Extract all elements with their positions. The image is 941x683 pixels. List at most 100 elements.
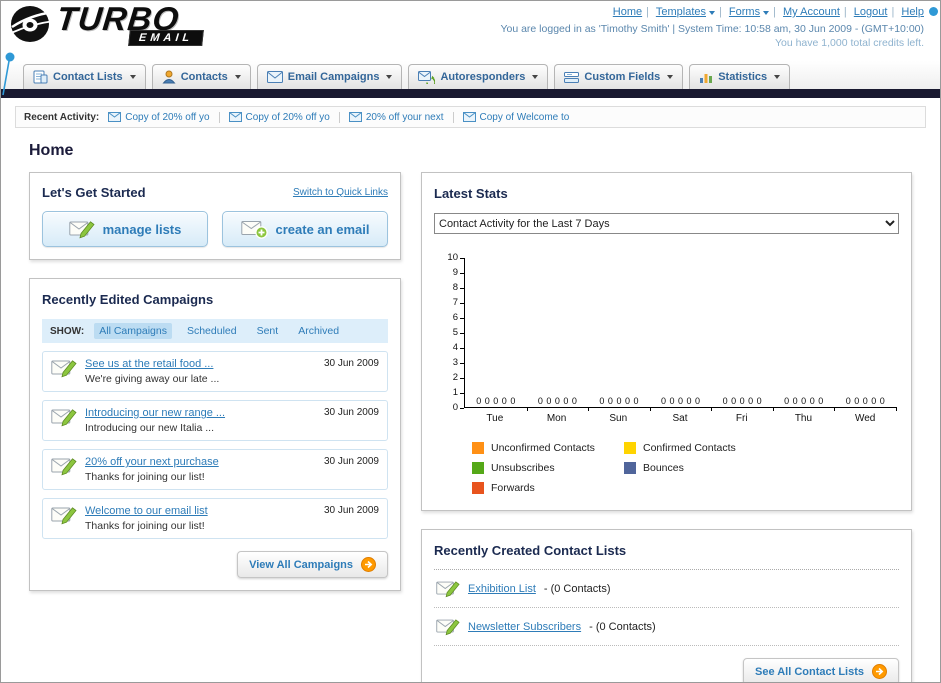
recent-activity-item[interactable]: Copy of 20% off yo [108, 111, 220, 123]
bar-value-label: 0 [537, 396, 543, 406]
edit-campaign-icon [51, 407, 77, 427]
bar-value-label: 0 [624, 396, 630, 406]
contact-lists-icon [33, 70, 48, 84]
campaign-title-link[interactable]: Introducing our new range ... [85, 407, 225, 419]
nav-separator: | [773, 6, 776, 18]
y-axis-label: 8 [453, 283, 464, 293]
tab-sent[interactable]: Sent [252, 323, 284, 339]
chart-legend: Unconfirmed Contacts Confirmed Contacts Un… [472, 442, 899, 494]
switch-quick-links-link[interactable]: Switch to Quick Links [293, 187, 388, 198]
nav-forms-link[interactable]: Forms [729, 6, 770, 18]
latest-stats-panel: Latest Stats Contact Activity for the La… [421, 172, 912, 511]
header-right: Home | Templates | Forms | My Account | Logo… [500, 6, 924, 49]
nav-separator: | [646, 6, 649, 18]
legend-item: Confirmed Contacts [624, 442, 776, 454]
contact-list-link[interactable]: Exhibition List [468, 583, 536, 595]
right-column: Latest Stats Contact Activity for the La… [421, 172, 912, 682]
campaign-title-link[interactable]: See us at the retail food ... [85, 358, 219, 370]
bar-value-label: 0 [546, 396, 552, 406]
app-window: TURBO EMAIL Home | Templates | Forms | My A… [0, 0, 941, 683]
tab-autoresponders[interactable]: Autoresponders [408, 64, 549, 89]
contact-list-item[interactable]: Exhibition List - (0 Contacts) [434, 570, 899, 608]
autoresponders-icon [418, 70, 436, 84]
legend-label: Unsubscribes [491, 462, 555, 474]
recent-activity-item[interactable]: Copy of Welcome to [462, 112, 579, 123]
chevron-down-icon [709, 11, 715, 15]
contact-list-count: - (0 Contacts) [589, 620, 656, 633]
tab-custom-fields[interactable]: Custom Fields [554, 64, 684, 89]
campaign-row[interactable]: Welcome to our email list Thanks for joi… [42, 498, 388, 539]
contact-list-item[interactable]: Newsletter Subscribers - (0 Contacts) [434, 608, 899, 646]
bar-value-label: 0 [501, 396, 507, 406]
bar-value-label: 0 [660, 396, 666, 406]
get-started-panel: Let's Get Started Switch to Quick Links … [29, 172, 401, 260]
y-axis-label: 3 [453, 358, 464, 368]
nav-templates-link[interactable]: Templates [656, 6, 715, 18]
chevron-down-icon [532, 75, 539, 79]
bar-value-label: 0 [879, 396, 885, 406]
tab-contact-lists[interactable]: Contact Lists [23, 64, 146, 89]
view-all-campaigns-button[interactable]: View All Campaigns [237, 551, 388, 578]
stats-filter-select[interactable]: Contact Activity for the Last 7 Days [434, 213, 899, 234]
bar-value-label: 0 [801, 396, 807, 406]
tab-all-campaigns[interactable]: All Campaigns [94, 323, 172, 339]
x-axis-label: Sun [609, 413, 628, 424]
nav-separator: | [719, 6, 722, 18]
envelope-icon [462, 112, 476, 122]
y-axis-label: 10 [447, 253, 464, 263]
campaign-subtitle: Thanks for joining our list! [85, 520, 205, 532]
tab-label: Contact Lists [53, 71, 123, 83]
recent-activity-link[interactable]: Copy of 20% off yo [246, 112, 330, 123]
tab-email-campaigns[interactable]: Email Campaigns [256, 64, 403, 89]
campaign-title-link[interactable]: 20% off your next purchase [85, 456, 219, 468]
get-started-title: Let's Get Started [42, 185, 146, 200]
nav-logout-link[interactable]: Logout [854, 6, 888, 18]
campaign-date: 30 Jun 2009 [323, 456, 379, 467]
recent-activity-link[interactable]: Copy of 20% off yo [125, 112, 209, 123]
contact-list-link[interactable]: Newsletter Subscribers [468, 621, 581, 633]
recent-activity-link[interactable]: Copy of Welcome to [480, 112, 570, 123]
see-all-contact-lists-button[interactable]: See All Contact Lists [742, 658, 899, 682]
bar-value-label: 0 [845, 396, 851, 406]
nav-home-link[interactable]: Home [613, 6, 642, 18]
campaign-row[interactable]: See us at the retail food ... We're givi… [42, 351, 388, 392]
campaign-row[interactable]: Introducing our new range ... Introducin… [42, 400, 388, 441]
login-info: You are logged in as 'Timothy Smith' | S… [500, 23, 924, 35]
recent-activity-link[interactable]: 20% off your next [366, 112, 444, 123]
edit-campaign-icon [51, 505, 77, 525]
turbo-email-logo[interactable]: TURBO EMAIL [9, 1, 205, 47]
campaign-row[interactable]: 20% off your next purchase Thanks for jo… [42, 449, 388, 490]
recent-activity-item[interactable]: Copy of 20% off yo [228, 111, 340, 123]
legend-swatch [472, 442, 484, 454]
bar-value-label: 0 [784, 396, 790, 406]
left-column: Let's Get Started Switch to Quick Links … [29, 172, 401, 591]
create-email-button[interactable]: create an email [222, 211, 388, 247]
bar-value-label: 0 [695, 396, 701, 406]
nav-help-link[interactable]: Help [901, 6, 924, 18]
bar-value-label: 0 [678, 396, 684, 406]
campaign-date: 30 Jun 2009 [323, 358, 379, 369]
campaign-title-link[interactable]: Welcome to our email list [85, 505, 208, 517]
decor-corner-dot [929, 7, 938, 16]
bar-value-label: 0 [862, 396, 868, 406]
tab-scheduled[interactable]: Scheduled [182, 323, 242, 339]
manage-lists-button[interactable]: manage lists [42, 211, 208, 247]
recent-activity-item[interactable]: 20% off your next [348, 111, 454, 123]
nav-my-account-link[interactable]: My Account [783, 6, 840, 18]
campaign-subtitle: Thanks for joining our list! [85, 471, 205, 483]
campaigns-filter-tabs: SHOW: All Campaigns Scheduled Sent Archi… [42, 319, 388, 343]
tab-statistics[interactable]: Statistics [689, 64, 791, 89]
y-axis-label: 5 [453, 328, 464, 338]
tab-contacts[interactable]: Contacts [151, 64, 251, 89]
main-nav: Contact Lists Contacts Email Campaigns A… [1, 61, 940, 89]
chevron-down-icon [774, 75, 781, 79]
tab-archived[interactable]: Archived [293, 323, 344, 339]
stats-chart: 10 9 8 7 6 5 4 3 2 1 0 000000000000000000000000000… [440, 253, 899, 494]
legend-label: Unconfirmed Contacts [491, 442, 595, 454]
y-axis-label: 4 [453, 343, 464, 353]
legend-item: Unsubscribes [472, 462, 624, 474]
bar-value-label: 0 [493, 396, 499, 406]
legend-swatch [624, 442, 636, 454]
chart-plot: 00000000000000000000000000000000000 [464, 258, 897, 411]
main-content: Home Let's Get Started Switch to Quick L… [1, 128, 940, 682]
